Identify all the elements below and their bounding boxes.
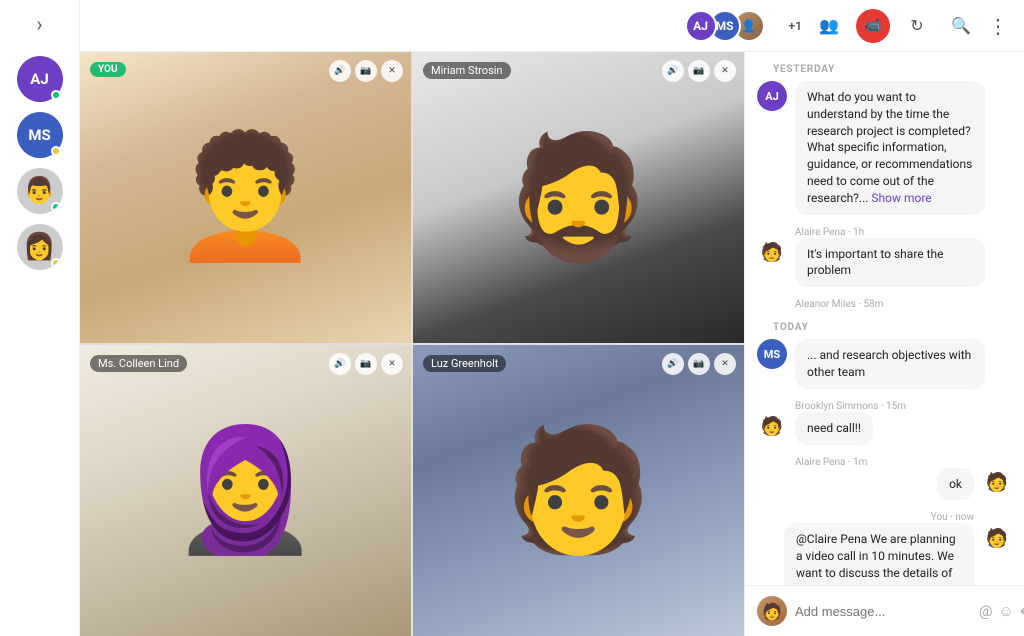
cam-button[interactable]: 📷 <box>688 60 710 82</box>
chat-input-avatar: 🧑 <box>757 596 787 626</box>
cam-button[interactable]: 📷 <box>355 60 377 82</box>
chat-message-3: MS ... and research objectives with othe… <box>757 339 1012 389</box>
message-avatar-aj: AJ <box>757 81 787 111</box>
sidebar-item-user4[interactable] <box>17 224 63 270</box>
message-bubble-5: ok <box>937 468 974 501</box>
message-bubble-1: What do you want to understand by the ti… <box>795 81 985 215</box>
mic-button[interactable]: 🔊 <box>662 60 684 82</box>
chat-section-yesterday: YESTERDAY <box>757 52 1012 81</box>
message-bubble-3: ... and research objectives with other t… <box>795 339 985 389</box>
add-people-button[interactable]: 👥 <box>812 9 846 43</box>
video-controls-luz: 🔊 📷 ✕ <box>662 353 736 375</box>
away-status-dot <box>51 146 61 156</box>
topbar-avatar-aj: AJ <box>685 10 717 42</box>
video-controls-colleen: 🔊 📷 ✕ <box>329 353 403 375</box>
video-cell-miriam: Miriam Strosin 🔊 📷 ✕ <box>413 52 744 343</box>
chat-message-5: 🧑 ok <box>757 468 1012 501</box>
colleen-label: Ms. Colleen Lind <box>90 355 187 372</box>
message-bubble-6: @Claire Pena We are planning a video cal… <box>784 523 974 585</box>
mic-button[interactable]: 🔊 <box>329 60 351 82</box>
emoji-button[interactable]: ☺ <box>998 602 1013 620</box>
collapse-button[interactable]: › <box>36 12 42 36</box>
message-meta-1: Alaire Pena · 1h <box>795 227 1012 238</box>
video-grid: YOU 🔊 📷 ✕ Miriam Strosin 🔊 📷 ✕ <box>80 52 744 636</box>
at-mention-button[interactable]: @ <box>979 602 992 620</box>
video-cell-colleen: Ms. Colleen Lind 🔊 📷 ✕ <box>80 345 411 636</box>
topbar: AJ MS 👤 +1 👥 📹 ↻ 🔍 ⋮ <box>80 0 1024 52</box>
search-button[interactable]: 🔍 <box>944 9 978 43</box>
chat-messages: YESTERDAY AJ What do you want to underst… <box>745 52 1024 585</box>
video-cell-you: YOU 🔊 📷 ✕ <box>80 52 411 343</box>
show-more-link[interactable]: Show more <box>871 191 931 205</box>
sidebar-item-user3[interactable] <box>17 168 63 214</box>
send-button[interactable]: ↵ <box>1020 602 1024 620</box>
online-status-dot <box>51 202 61 212</box>
close-video-button[interactable]: ✕ <box>381 60 403 82</box>
chat-input-bar: 🧑 @ ☺ ↵ <box>745 585 1024 636</box>
away-status-dot <box>51 258 61 268</box>
more-options-button[interactable]: ⋮ <box>988 14 1008 38</box>
chat-message-4: 🧑 need call!! <box>757 412 1012 445</box>
call-participants: AJ MS 👤 <box>685 10 765 42</box>
message-avatar-you2: 🧑 <box>982 523 1012 553</box>
sidebar-item-aj[interactable]: AJ <box>17 56 63 102</box>
message-avatar-you: 🧑 <box>982 468 1012 498</box>
video-controls-miriam: 🔊 📷 ✕ <box>662 60 736 82</box>
message-meta-4: Alaire Pena · 1m <box>795 457 1012 468</box>
main-area: AJ MS 👤 +1 👥 📹 ↻ 🔍 ⋮ YOU 🔊 📷 ✕ <box>80 0 1024 636</box>
video-person-luz <box>413 345 744 636</box>
cam-button[interactable]: 📷 <box>355 353 377 375</box>
content-area: YOU 🔊 📷 ✕ Miriam Strosin 🔊 📷 ✕ <box>80 52 1024 636</box>
additional-participants-count: +1 <box>789 19 802 33</box>
message-avatar-aleanor: 🧑 <box>757 238 787 268</box>
video-person-colleen <box>80 345 411 636</box>
video-cell-luz: Luz Greenholt 🔊 📷 ✕ <box>413 345 744 636</box>
video-call-button[interactable]: 📹 <box>856 9 890 43</box>
message-bubble-4: need call!! <box>795 412 873 445</box>
message-meta-5: You · now <box>757 512 974 523</box>
close-video-button[interactable]: ✕ <box>714 60 736 82</box>
online-status-dot <box>51 90 61 100</box>
you-label: YOU <box>90 62 126 77</box>
chat-panel: YESTERDAY AJ What do you want to underst… <box>744 52 1024 636</box>
message-avatar-alaire2: 🧑 <box>757 412 787 442</box>
message-avatar-ms: MS <box>757 339 787 369</box>
close-video-button[interactable]: ✕ <box>381 353 403 375</box>
message-input[interactable] <box>795 604 971 619</box>
refresh-button[interactable]: ↻ <box>900 9 934 43</box>
mic-button[interactable]: 🔊 <box>662 353 684 375</box>
mic-button[interactable]: 🔊 <box>329 353 351 375</box>
chat-message-2: 🧑 It's important to share the problem <box>757 238 1012 288</box>
message-meta-2: Aleanor Miles · 58m <box>795 299 1012 310</box>
sidebar-item-ms[interactable]: MS <box>17 112 63 158</box>
luz-label: Luz Greenholt <box>423 355 506 372</box>
cam-button[interactable]: 📷 <box>688 353 710 375</box>
miriam-label: Miriam Strosin <box>423 62 511 79</box>
close-video-button[interactable]: ✕ <box>714 353 736 375</box>
message-meta-3: Brooklyn Simmons · 15m <box>795 401 1012 412</box>
video-person-you <box>80 52 411 343</box>
chat-message-1: AJ What do you want to understand by the… <box>757 81 1012 215</box>
video-controls-you: 🔊 📷 ✕ <box>329 60 403 82</box>
message-bubble-2: It's important to share the problem <box>795 238 985 288</box>
chat-input-icons: @ ☺ ↵ <box>979 602 1024 620</box>
chat-section-today: TODAY <box>757 310 1012 339</box>
chat-message-6: 🧑 @Claire Pena We are planning a video c… <box>757 523 1012 585</box>
video-person-miriam <box>413 52 744 343</box>
sidebar: › AJ MS <box>0 0 80 636</box>
